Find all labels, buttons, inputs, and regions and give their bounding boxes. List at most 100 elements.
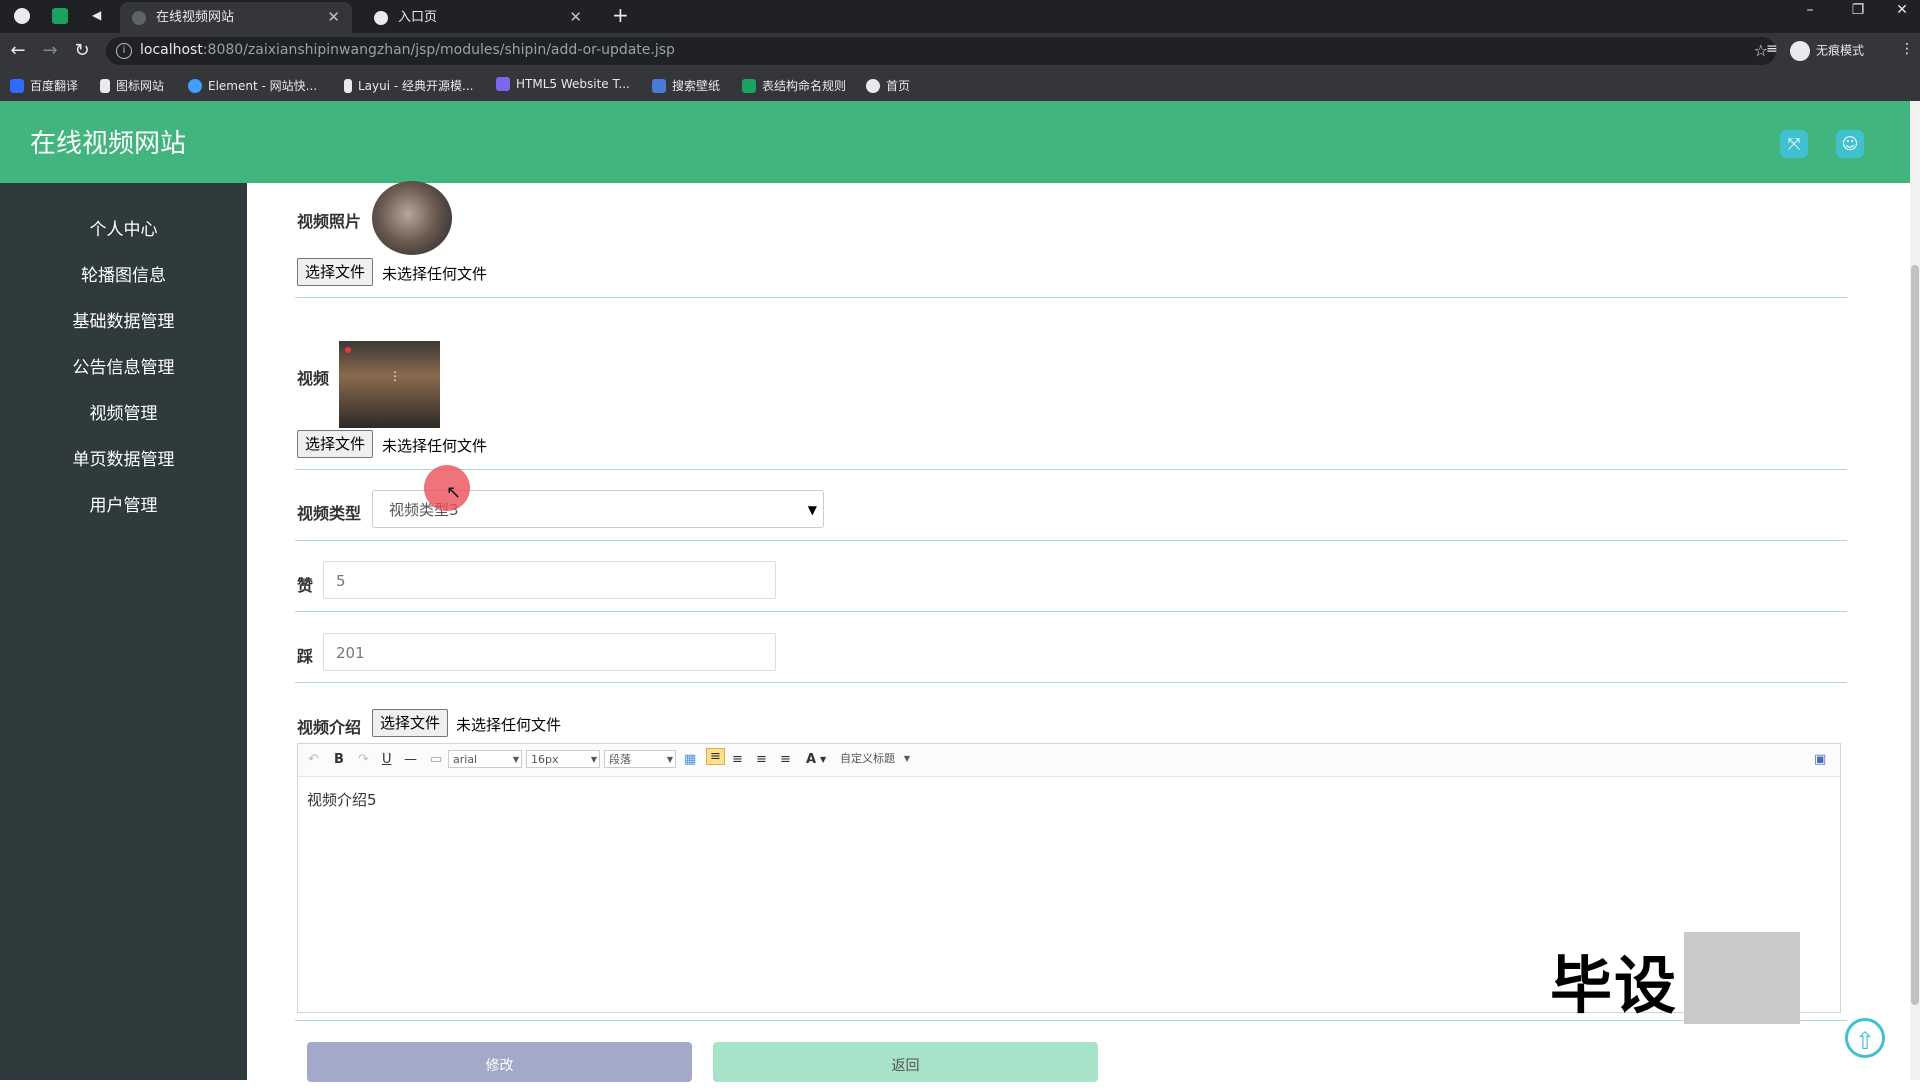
bookmark-item[interactable]: 表结构命名规则 [742,77,846,94]
dislike-label: 踩 [297,647,314,666]
sidebar-item-basic-data[interactable]: 基础数据管理 [0,307,247,332]
intro-file-status: 未选择任何文件 [456,716,562,734]
pinned-tab-globe-icon[interactable] [14,8,30,24]
close-tab-icon[interactable]: ✕ [327,2,340,33]
scroll-to-top-icon[interactable]: ⇧ [1845,1018,1885,1058]
choose-intro-file-button[interactable]: 选择文件 [372,709,449,737]
tab-active[interactable]: 在线视频网站 ✕ [120,2,352,33]
bookmark-label: 图标网站 [116,79,165,93]
bookmark-item[interactable]: Element - 网站快... [188,77,317,94]
align-left-icon[interactable]: ≡ [706,748,725,765]
url-text[interactable]: localhost:8080/zaixianshipinwangzhan/jsp… [140,42,675,58]
back-icon[interactable]: ← [6,40,30,61]
chevron-down-icon[interactable]: ▼ [820,755,826,764]
divider [295,611,1847,612]
app-header: 在线视频网站 ⤧ ☺ [0,101,1910,183]
table-icon[interactable]: ▦ [684,752,696,767]
font-color-icon[interactable]: A [806,752,816,767]
paragraph-select[interactable]: 段落 ▼ [604,750,676,768]
video-photo-thumbnail [372,181,452,255]
tab-title: 在线视频网站 [156,10,235,25]
redo-icon[interactable]: ↷ [358,752,369,767]
chevron-down-icon: ▼ [512,755,519,764]
element-icon [188,79,202,93]
bookmark-item[interactable]: Layui - 经典开源模... [344,77,473,94]
minimize-icon[interactable]: – [1790,2,1830,18]
photo-file-status: 未选择任何文件 [382,265,488,283]
editor-content[interactable]: 视频介绍5 [307,789,377,810]
site-info-icon[interactable]: i [116,43,132,59]
back-button[interactable]: 返回 [713,1042,1098,1082]
user-icon[interactable]: ☺ [1836,130,1864,158]
fullscreen-editor-icon[interactable]: ▣ [1814,752,1826,767]
video-preview[interactable]: ⋮ [339,341,440,428]
browser-toolbar: ← → ↻ i localhost:8080/zaixianshipinwang… [0,33,1920,69]
mouse-pointer-icon: ↖ [446,482,462,503]
underline-icon[interactable]: U [382,752,392,767]
editor-toolbar: ↶ B ↷ U — ▭ arial ▼ 16px ▼ 段落 ▼ ▦ ≡ ≡ ≡ ≡ A… [298,744,1840,777]
font-family-value: arial [453,753,478,766]
url-path: :8080/zaixianshipinwangzhan/jsp/modules/… [202,42,675,58]
photo-label: 视频照片 [297,212,362,231]
video-menu-icon[interactable]: ⋮ [389,369,401,385]
close-window-icon[interactable]: ✕ [1882,2,1920,18]
custom-title-select[interactable]: 自定义标题 ▼ [836,750,912,768]
reading-list-icon[interactable]: ≡ [1766,41,1778,57]
sidebar-item-announcements[interactable]: 公告信息管理 [0,353,247,378]
sidebar-item-videos[interactable]: 视频管理 [0,399,247,424]
choose-video-button[interactable]: 选择文件 [297,430,374,458]
address-bar[interactable]: i localhost:8080/zaixianshipinwangzhan/j… [106,37,1776,65]
reload-icon[interactable]: ↻ [70,40,94,61]
new-tab-icon[interactable]: + [612,3,629,27]
fullscreen-icon[interactable]: ⤧ [1780,130,1808,158]
like-label: 赞 [297,576,314,595]
submit-button[interactable]: 修改 [307,1042,692,1082]
undo-icon[interactable]: ↶ [308,752,319,767]
dislike-input[interactable]: 201 [323,633,776,671]
align-center-icon[interactable]: ≡ [732,752,743,767]
font-size-value: 16px [531,753,559,766]
bold-icon[interactable]: B [334,752,344,767]
type-label: 视频类型 [297,504,362,523]
bookmark-label: Layui - 经典开源模... [358,79,474,93]
choose-photo-button[interactable]: 选择文件 [297,258,374,286]
sidebar-item-users[interactable]: 用户管理 [0,491,247,516]
sidebar-item-personal-center[interactable]: 个人中心 [0,215,247,240]
align-right-icon[interactable]: ≡ [756,752,767,767]
page-scrollbar-thumb[interactable] [1911,265,1919,1005]
divider [295,469,1847,470]
bookmark-item[interactable]: 首页 [866,77,910,94]
chevron-down-icon: ▼ [590,755,597,764]
tab-inactive[interactable]: 入口页 ✕ [362,2,594,33]
watermark: 毕设 [1550,949,1679,1022]
bookmarks-bar: 百度翻译 图标网站 Element - 网站快... Layui - 经典开源模… [0,69,1920,102]
bookmark-item[interactable]: 百度翻译 [10,77,78,94]
restore-icon[interactable]: ❐ [1838,2,1878,18]
bookmark-item[interactable]: HTML5 Website T... [496,77,630,91]
sidebar-item-carousel[interactable]: 轮播图信息 [0,261,247,286]
wallpaper-icon [652,79,666,93]
bookmark-label: 百度翻译 [30,79,79,93]
url-host: localhost [140,42,203,58]
divider [295,540,1847,541]
bookmark-item[interactable]: 图标网站 [100,77,164,94]
sidebar: 个人中心 轮播图信息 基础数据管理 公告信息管理 视频管理 单页数据管理 用户管… [0,183,247,1080]
menu-kebab-icon[interactable]: ⋮ [1900,41,1914,57]
format-clear-icon[interactable]: ▭ [430,752,442,767]
bookmark-label: 首页 [886,79,911,93]
horizontal-rule-icon[interactable]: — [404,752,417,767]
bookmark-item[interactable]: 搜索壁纸 [652,77,720,94]
pinned-tab-sheets-icon[interactable] [52,8,68,24]
pinned-tab-audio-icon[interactable]: ◀ [92,8,108,24]
incognito-indicator[interactable]: 无痕模式 [1790,41,1864,61]
like-input[interactable]: 5 [323,561,776,599]
custom-title-value: 自定义标题 [840,752,895,765]
chevron-down-icon: ▼ [903,754,910,763]
close-tab-icon[interactable]: ✕ [569,2,582,33]
align-justify-icon[interactable]: ≡ [780,752,791,767]
video-file-status: 未选择任何文件 [382,437,488,455]
forward-icon[interactable]: → [38,40,62,61]
sidebar-item-single-page[interactable]: 单页数据管理 [0,445,247,470]
font-size-select[interactable]: 16px ▼ [526,750,600,768]
font-family-select[interactable]: arial ▼ [448,750,522,768]
